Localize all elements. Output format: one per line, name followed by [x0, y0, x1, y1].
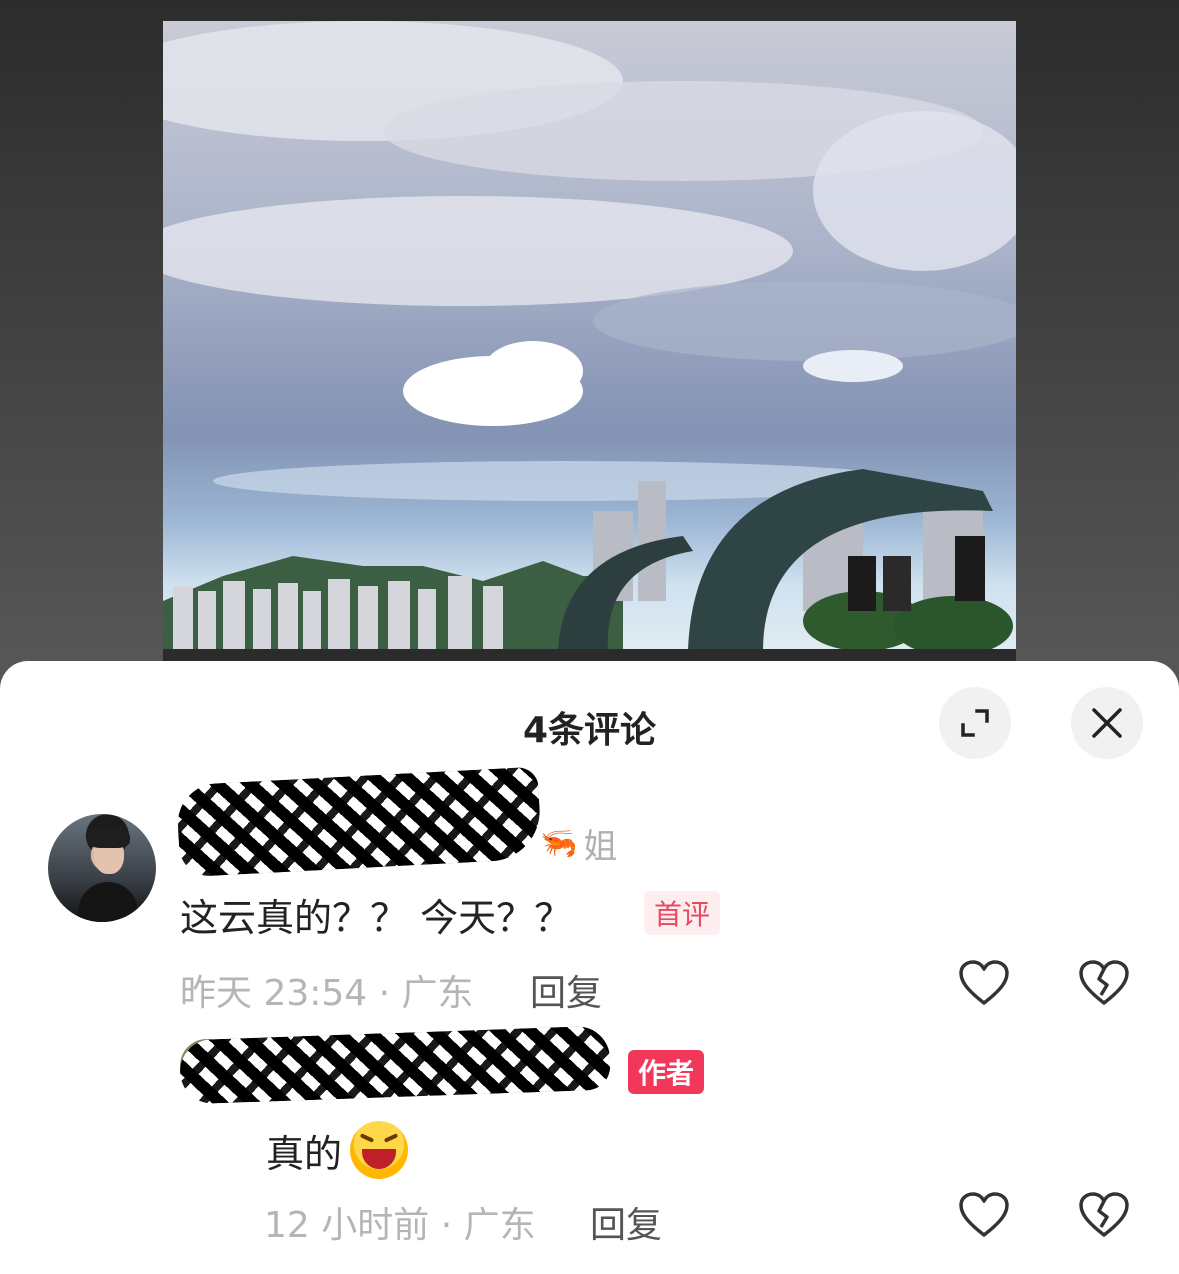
comment-text: 这云真的？？ 今天？？: [180, 896, 573, 940]
first-comment-badge: 首评: [644, 891, 721, 935]
username-suffix: 姐: [583, 827, 618, 867]
heart-icon: [959, 1192, 1009, 1237]
expand-icon: [961, 709, 989, 737]
laugh-icon: [350, 1121, 409, 1179]
shrimp-icon: 🦐: [540, 826, 578, 861]
username[interactable]: 🦐 姐: [540, 819, 617, 868]
reply-button[interactable]: 回复: [530, 964, 602, 1016]
close-button[interactable]: [1071, 687, 1143, 759]
dislike-button[interactable]: [1078, 959, 1130, 1007]
author-badge: 作者: [628, 1050, 705, 1094]
reply-meta: 12 小时前 · 广东: [264, 1205, 536, 1246]
like-button[interactable]: [958, 1191, 1010, 1239]
avatar[interactable]: [48, 814, 156, 922]
reply-text-content: 真的: [266, 1131, 343, 1176]
comments-sheet: 4条评论 🦐 姐 这云真的？？ 今天？？ 首评 昨天 23:54 · 广东 回复: [0, 661, 1179, 1274]
redacted-username: [175, 766, 543, 878]
reply-text: 真的: [266, 1121, 409, 1179]
heart-icon: [959, 960, 1009, 1005]
close-icon: [1092, 708, 1122, 738]
redacted-username: [179, 1025, 611, 1105]
dislike-button[interactable]: [1078, 1191, 1130, 1239]
expand-button[interactable]: [939, 687, 1011, 759]
broken-heart-icon: [1079, 960, 1129, 1005]
comment-meta: 昨天 23:54 · 广东: [180, 973, 474, 1014]
photo-scene: [163, 21, 1016, 661]
like-button[interactable]: [958, 959, 1010, 1007]
avatar-hair: [88, 826, 130, 848]
avatar-body: [78, 882, 138, 922]
post-photo[interactable]: [163, 21, 1016, 661]
reply-button[interactable]: 回复: [590, 1196, 662, 1248]
broken-heart-icon: [1079, 1192, 1129, 1237]
